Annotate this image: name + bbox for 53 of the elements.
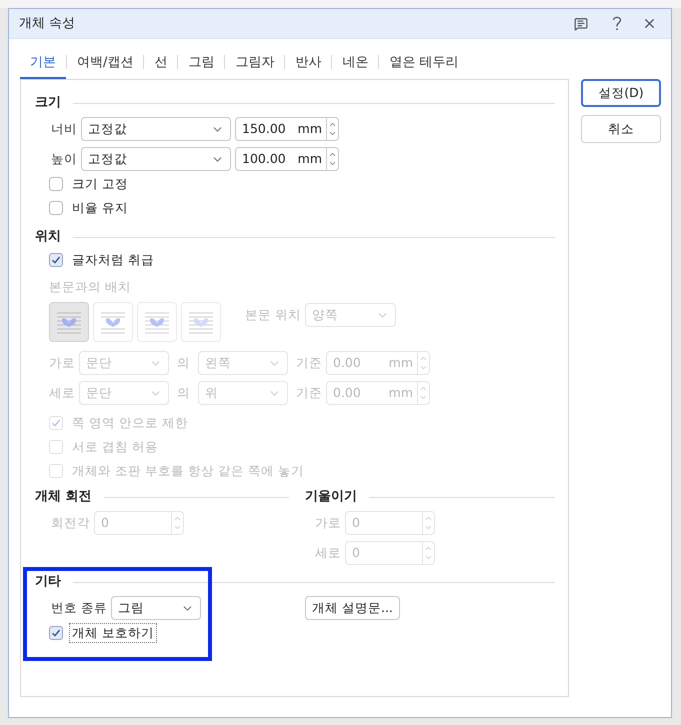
checkbox[interactable]: [49, 626, 63, 640]
tab[interactable]: 그림: [178, 49, 224, 79]
close-icon[interactable]: [642, 16, 657, 31]
tab[interactable]: 선: [144, 49, 178, 79]
checkbox-label: 서로 겹침 허용: [71, 438, 159, 456]
checkbox-label: 개체와 조판 부호를 항상 같은 쪽에 놓기: [71, 462, 305, 480]
description-button[interactable]: 개체 설명문...: [305, 596, 400, 620]
spin-buttons[interactable]: [326, 118, 338, 140]
comment-icon[interactable]: [574, 16, 588, 30]
field-label: 의: [177, 384, 190, 402]
field-label: 의: [177, 354, 190, 372]
dialog-button[interactable]: 설정(D): [581, 79, 661, 107]
section-title: 크기: [35, 94, 61, 112]
tab[interactable]: 네온: [332, 49, 378, 79]
field-label: 번호 종류: [51, 598, 107, 617]
tab[interactable]: 여백/캡션: [67, 49, 144, 79]
checkbox-label: 쪽 영역 안으로 제한: [71, 414, 189, 432]
section-title: 개체 회전: [35, 488, 92, 506]
window-title: 개체 속성: [19, 14, 76, 33]
number-field[interactable]: 100.00 mm: [235, 147, 339, 171]
checkmark-icon: [51, 418, 61, 428]
section-title: 기울이기: [305, 488, 357, 506]
tab[interactable]: 반사: [285, 49, 332, 79]
checkmark-icon: [51, 628, 61, 638]
dialog-button[interactable]: 취소: [581, 115, 661, 143]
field-label: 세로: [49, 384, 75, 402]
checkmark-icon: [51, 255, 61, 265]
checkbox-label: 크기 고정: [71, 174, 129, 193]
dropdown[interactable]: 고정값: [81, 117, 231, 141]
tab[interactable]: 그림자: [225, 49, 284, 79]
spin-buttons[interactable]: [326, 148, 338, 170]
field-label: 회전각: [51, 514, 90, 532]
field-label: 본문 위치: [245, 306, 301, 324]
field-label: 가로: [315, 514, 341, 532]
checkbox-label: 개체 보호하기: [69, 622, 157, 644]
field-label: 기준: [296, 354, 322, 372]
number-field[interactable]: 150.00 mm: [235, 117, 339, 141]
field-label: 본문과의 배치: [49, 278, 131, 296]
checkbox[interactable]: [49, 201, 63, 215]
field-label: 너비: [51, 120, 77, 138]
field-label: 가로: [49, 354, 75, 372]
checkbox-label: 비율 유지: [71, 198, 129, 217]
section-title: 위치: [35, 228, 61, 246]
help-icon[interactable]: [612, 16, 622, 31]
section-title: 기타: [35, 573, 61, 592]
field-label: 기준: [296, 384, 322, 402]
checkbox-label: 글자처럼 취급: [71, 250, 155, 269]
dropdown[interactable]: 그림: [110, 596, 201, 620]
checkbox[interactable]: [49, 177, 63, 191]
field-label: 높이: [51, 150, 77, 168]
tab[interactable]: 옅은 테두리: [379, 49, 469, 79]
field-label: 세로: [315, 544, 341, 562]
dropdown[interactable]: 고정값: [81, 147, 231, 171]
